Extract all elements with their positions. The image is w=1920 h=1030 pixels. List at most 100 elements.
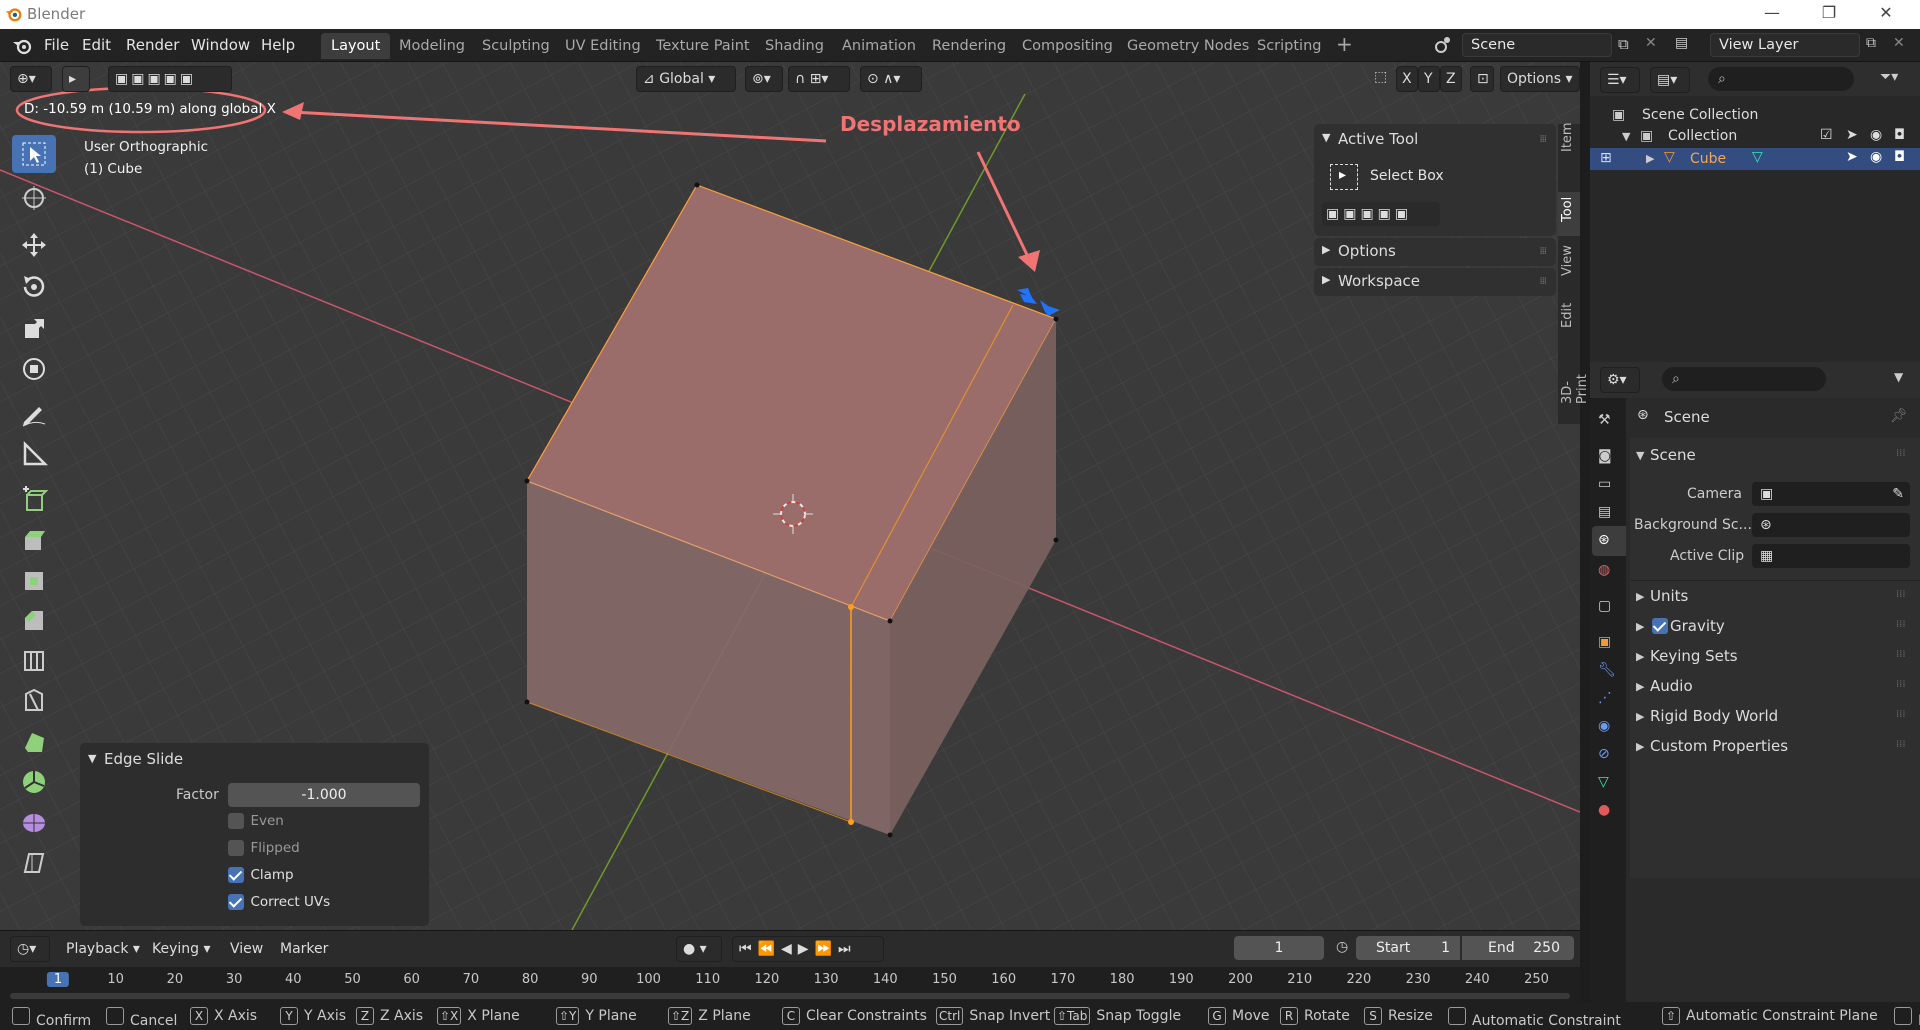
modifier-wrench-icon[interactable]: 🔧︎ bbox=[1598, 662, 1616, 678]
extrude-tool[interactable] bbox=[12, 521, 56, 559]
knife-tool[interactable] bbox=[12, 681, 56, 719]
menu-render[interactable]: Render bbox=[126, 36, 179, 54]
tab-tool[interactable]: Tool bbox=[1560, 197, 1575, 222]
exclude-checkbox[interactable]: ☑ bbox=[1820, 127, 1833, 143]
mirror-y-toggle[interactable]: Y bbox=[1418, 66, 1440, 92]
correct-uvs-checkbox[interactable]: Correct UVs bbox=[228, 894, 330, 910]
camera-field[interactable]: ▣ ✎ bbox=[1752, 482, 1910, 506]
constraints-icon[interactable]: ⊘ bbox=[1598, 746, 1610, 762]
rigid-body-arrow[interactable]: ▶ bbox=[1636, 710, 1644, 723]
drag-handle-icon[interactable]: ⁞⁞⁞ bbox=[1896, 679, 1906, 690]
collapse-arrow-icon[interactable]: ▼ bbox=[88, 752, 96, 765]
even-checkbox[interactable]: Even bbox=[228, 813, 284, 829]
restore-button[interactable]: ❐ bbox=[1817, 3, 1841, 22]
record-button[interactable]: ● ▾ bbox=[676, 936, 722, 962]
keying-sets-section[interactable]: Keying Sets bbox=[1650, 647, 1738, 665]
menu-window[interactable]: Window bbox=[191, 36, 250, 54]
pivot-point-icon[interactable]: ⊚▾ bbox=[745, 66, 783, 92]
select-box-tool[interactable] bbox=[12, 135, 56, 173]
drag-handle-icon[interactable]: ⁞⁞⁞ bbox=[1896, 448, 1906, 459]
tab-layout[interactable]: Layout bbox=[321, 33, 391, 59]
selection-mode-buttons[interactable]: ▣▣▣▣▣ bbox=[1322, 202, 1440, 226]
cube-expand-icon[interactable]: ▶ bbox=[1646, 152, 1654, 165]
tab-geometry-nodes[interactable]: Geometry Nodes bbox=[1117, 33, 1259, 59]
display-mode-icon[interactable]: ▤▾ bbox=[1650, 67, 1690, 93]
properties-search-input[interactable]: ⌕ bbox=[1662, 367, 1826, 391]
gravity-checkbox[interactable] bbox=[1652, 618, 1668, 634]
loop-cut-tool[interactable] bbox=[12, 641, 56, 679]
selectable-icon[interactable]: ➤ bbox=[1846, 127, 1858, 143]
measure-tool[interactable] bbox=[12, 435, 56, 473]
tab-uv-editing[interactable]: UV Editing bbox=[555, 33, 651, 59]
mirror-z-toggle[interactable]: Z bbox=[1440, 66, 1462, 92]
tool-settings-icon[interactable]: ⚒ bbox=[1598, 412, 1611, 428]
annotate-tool[interactable] bbox=[12, 395, 56, 433]
eye-icon[interactable]: ◉ bbox=[1870, 149, 1882, 165]
keying-menu[interactable]: Keying ▾ bbox=[152, 941, 211, 957]
add-cube-tool[interactable] bbox=[12, 481, 56, 519]
view-layer-field[interactable]: View Layer bbox=[1710, 33, 1860, 57]
current-frame-marker[interactable]: 1 bbox=[46, 972, 70, 987]
camera-render-icon[interactable]: ◘ bbox=[1894, 127, 1905, 143]
units-arrow[interactable]: ▶ bbox=[1636, 590, 1644, 603]
camera-render-icon[interactable]: ◘ bbox=[1894, 149, 1905, 165]
keying-sets-arrow[interactable]: ▶ bbox=[1636, 650, 1644, 663]
cursor-tool[interactable] bbox=[12, 179, 56, 217]
drag-handle-icon[interactable]: ⁞⁞⁞ bbox=[1896, 709, 1906, 720]
tab-view[interactable]: View bbox=[1560, 245, 1575, 276]
drag-handle-icon[interactable]: ⁞⁞⁞ bbox=[1896, 649, 1906, 660]
scale-tool[interactable] bbox=[12, 310, 56, 348]
scene-section-title[interactable]: Scene bbox=[1650, 446, 1696, 464]
drag-handle-icon[interactable]: ⁞⁞⁞ bbox=[1896, 619, 1906, 630]
blender-menu-icon[interactable] bbox=[12, 36, 32, 56]
custom-properties-section[interactable]: Custom Properties bbox=[1650, 737, 1788, 755]
editor-type-button[interactable]: ⊕▾ bbox=[10, 66, 52, 92]
cube-label[interactable]: Cube bbox=[1690, 151, 1726, 167]
inset-tool[interactable] bbox=[12, 561, 56, 599]
units-section[interactable]: Units bbox=[1650, 587, 1688, 605]
object-tab-icon[interactable]: ▣ bbox=[1598, 634, 1611, 650]
scene-collection-label[interactable]: Scene Collection bbox=[1642, 107, 1758, 123]
edge-slide-title[interactable]: Edge Slide bbox=[104, 750, 183, 768]
marker-menu[interactable]: Marker bbox=[280, 941, 328, 957]
collection-expand-icon[interactable]: ▼ bbox=[1622, 130, 1630, 143]
end-frame-input[interactable]: End 250 bbox=[1462, 936, 1574, 960]
view-layer-icon[interactable]: ▤ bbox=[1675, 35, 1688, 51]
particles-icon[interactable]: ⋰ bbox=[1598, 690, 1612, 706]
tab-3d-print[interactable]: 3D-Print bbox=[1560, 374, 1590, 404]
move-tool[interactable] bbox=[12, 226, 56, 264]
view-menu[interactable]: View bbox=[230, 941, 263, 957]
tab-rendering[interactable]: Rendering bbox=[922, 33, 1016, 59]
factor-input[interactable]: -1.000 bbox=[228, 783, 420, 807]
tab-animation[interactable]: Animation bbox=[832, 33, 926, 59]
tab-texture-paint[interactable]: Texture Paint bbox=[646, 33, 760, 59]
outliner-search-input[interactable]: ⌕ bbox=[1708, 67, 1854, 91]
preview-range-icon[interactable]: ◷ bbox=[1336, 939, 1348, 955]
add-workspace-icon[interactable]: + bbox=[1336, 32, 1353, 56]
delete-scene-icon[interactable]: ✕ bbox=[1645, 35, 1657, 51]
tab-shading[interactable]: Shading bbox=[755, 33, 834, 59]
tab-item[interactable]: Item bbox=[1560, 122, 1575, 152]
smooth-tool[interactable] bbox=[12, 803, 56, 841]
orientation-dropdown[interactable]: ⊿ Global ▾ bbox=[636, 66, 736, 92]
options-dropdown[interactable]: Options ▾ bbox=[1500, 66, 1580, 92]
scene-selector-icon[interactable] bbox=[1432, 35, 1454, 55]
collection-label[interactable]: Collection bbox=[1668, 128, 1737, 144]
auto-merge-icon[interactable]: ⊡ bbox=[1470, 66, 1494, 92]
tab-compositing[interactable]: Compositing bbox=[1012, 33, 1123, 59]
world-icon[interactable]: ◍ bbox=[1598, 562, 1610, 578]
active-tool-title[interactable]: Active Tool bbox=[1338, 130, 1418, 148]
pin-icon[interactable]: 📌︎ bbox=[1890, 408, 1908, 424]
rotate-tool[interactable] bbox=[12, 268, 56, 306]
material-icon[interactable]: ● bbox=[1598, 802, 1610, 818]
timeline-editor-type[interactable]: ◷▾ bbox=[10, 936, 50, 962]
mirror-icon[interactable]: ⬚ bbox=[1374, 69, 1387, 85]
output-icon[interactable]: ▭ bbox=[1598, 476, 1611, 492]
frame-ruler[interactable]: 1 10 20 30 40 50 60 70 80 90 100 110 120 130 140 150 160… bbox=[0, 969, 1580, 991]
spin-tool[interactable] bbox=[12, 763, 56, 801]
rigid-body-world-section[interactable]: Rigid Body World bbox=[1650, 707, 1778, 725]
collapse-arrow-icon[interactable]: ▼ bbox=[1322, 131, 1330, 144]
tab-edit[interactable]: Edit bbox=[1560, 303, 1575, 328]
flipped-checkbox[interactable]: Flipped bbox=[228, 840, 300, 856]
mirror-x-toggle[interactable]: X bbox=[1396, 66, 1418, 92]
